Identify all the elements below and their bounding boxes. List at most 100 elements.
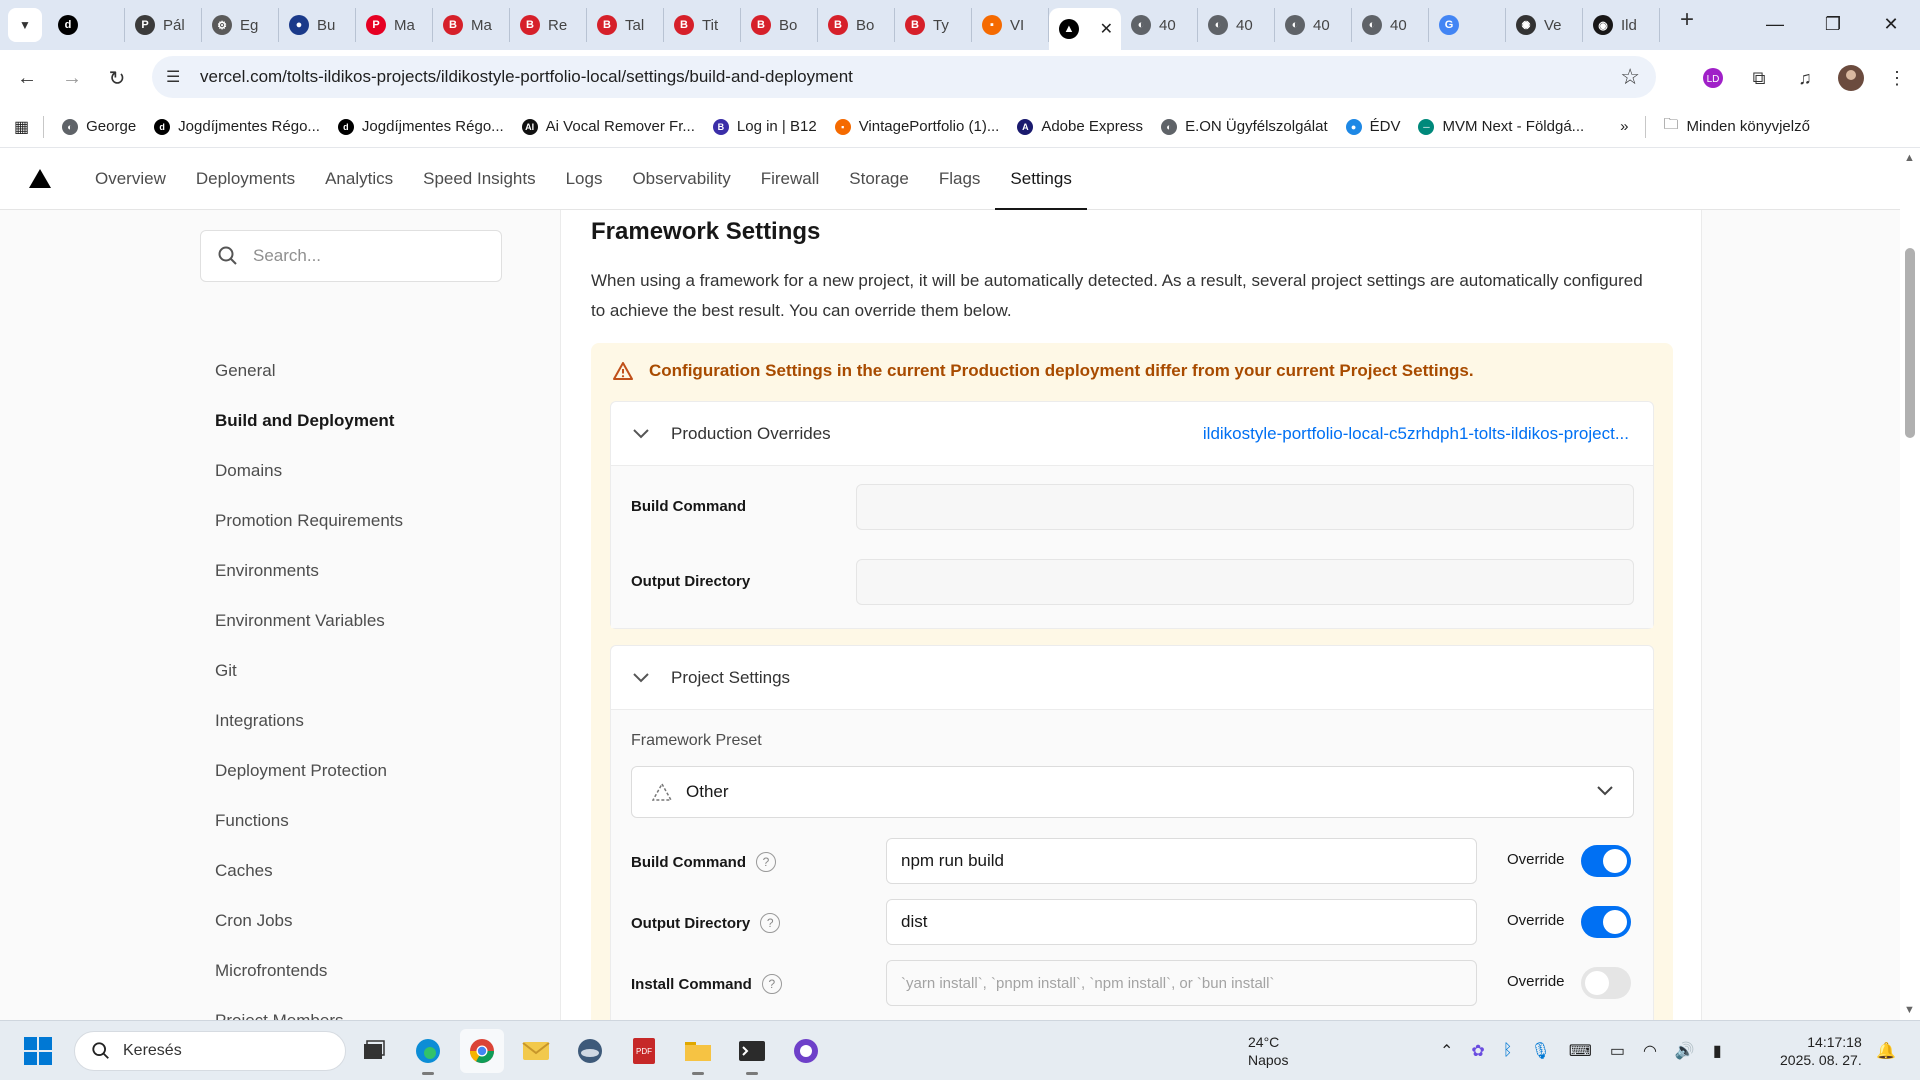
notification-bell-icon[interactable]: 🔔 [1876, 1041, 1896, 1061]
windows-start-icon[interactable] [24, 1037, 52, 1065]
tab-observability[interactable]: Observability [617, 148, 745, 209]
bookmark-item[interactable]: ● ÉDV [1345, 118, 1400, 135]
framework-preset-select[interactable]: Other [631, 766, 1634, 818]
url-text[interactable]: vercel.com/tolts-ildikos-projects/ildiko… [200, 67, 853, 87]
production-deployment-link[interactable]: ildikostyle-portfolio-local-c5zrhdph1-to… [1203, 424, 1629, 444]
profile-avatar[interactable] [1828, 65, 1874, 91]
battery-icon[interactable]: ▮ [1713, 1041, 1722, 1061]
apps-grid-icon[interactable]: ▦ [14, 117, 29, 137]
help-circle-icon[interactable]: ? [760, 913, 781, 933]
bookmark-item[interactable]: ─ MVM Next - Földgá... [1418, 118, 1584, 135]
browser-tab[interactable]: ◐ 40 [1198, 8, 1275, 42]
bookmark-item[interactable]: d Jogdíjmentes Régo... [154, 118, 320, 135]
bookmark-item[interactable]: ▪ VintagePortfolio (1)... [834, 118, 999, 135]
bookmark-star-icon[interactable]: ☆ [1620, 64, 1640, 90]
tab-overview[interactable]: Overview [80, 148, 181, 209]
site-info-icon[interactable]: ☰ [166, 67, 186, 87]
tab-search-button[interactable]: ▼ [8, 8, 42, 42]
bookmark-item[interactable]: d Jogdíjmentes Régo... [337, 118, 504, 135]
output-directory-override-toggle[interactable] [1581, 906, 1631, 938]
browser-tab[interactable]: ◐ 40 [1121, 8, 1198, 42]
extension-ld-icon[interactable]: LD [1690, 67, 1736, 89]
install-command-input[interactable]: `yarn install`, `pnpm install`, `npm ins… [886, 960, 1477, 1006]
vercel-logo-icon[interactable] [0, 148, 80, 209]
browser-tab[interactable]: ● Bu [279, 8, 356, 42]
more-bookmarks-icon[interactable]: » [1620, 118, 1628, 135]
bookmark-item[interactable]: A Adobe Express [1017, 118, 1143, 135]
scroll-down-arrow-icon[interactable]: ▼ [1904, 1004, 1915, 1016]
wifi-icon[interactable]: ◠ [1643, 1041, 1657, 1061]
browser-tab[interactable]: ✺ Ve [1506, 8, 1583, 42]
browser-tab[interactable]: B Bo [818, 8, 895, 42]
address-bar[interactable]: ☰ vercel.com/tolts-ildikos-projects/ildi… [152, 56, 1656, 98]
project-settings-header[interactable]: Project Settings [611, 646, 1653, 710]
production-overrides-header[interactable]: Production Overrides ildikostyle-portfol… [611, 402, 1653, 466]
new-tab-button[interactable]: + [1672, 5, 1702, 35]
weather-widget[interactable]: 24°C Napos [1248, 1033, 1288, 1069]
help-circle-icon[interactable]: ? [756, 852, 776, 872]
install-command-override-toggle[interactable] [1581, 967, 1631, 999]
sidebar-item-project-members[interactable]: Project Members [215, 996, 403, 1020]
output-directory-input[interactable]: dist [886, 899, 1477, 945]
help-circle-icon[interactable]: ? [761, 974, 782, 994]
media-control-icon[interactable]: ♫ [1782, 68, 1828, 89]
sidebar-item-cron-jobs[interactable]: Cron Jobs [215, 896, 403, 946]
build-command-input[interactable]: npm run build [886, 838, 1477, 884]
build-command-override-toggle[interactable] [1581, 845, 1631, 877]
scrollbar-thumb[interactable] [1905, 248, 1915, 438]
browser-tab[interactable]: ◐ 40 [1275, 8, 1352, 42]
browser-tab[interactable]: ▪ VI [972, 8, 1049, 42]
page-scrollbar[interactable]: ▲ ▼ [1900, 148, 1920, 1020]
browser-tab[interactable]: B Tit [664, 8, 741, 42]
microphone-icon[interactable]: 🎙 [1530, 1041, 1550, 1061]
close-window-button[interactable]: ✕ [1862, 0, 1920, 48]
extensions-puzzle-icon[interactable]: ⧉ [1736, 68, 1782, 89]
bookmark-item[interactable]: ◐ George [62, 118, 136, 135]
browser-tab[interactable]: B Re [510, 8, 587, 42]
back-button[interactable]: ← [9, 60, 45, 96]
browser-tab[interactable]: d [48, 8, 125, 42]
browser-tab[interactable]: P Pál [125, 8, 202, 42]
browser-tab[interactable]: ⚙ Eg [202, 8, 279, 42]
volume-icon[interactable]: 🔊 [1675, 1041, 1695, 1061]
tab-speed-insights[interactable]: Speed Insights [408, 148, 550, 209]
all-bookmarks-folder[interactable]: 🗀 Minden könyvjelző [1664, 114, 1810, 139]
sidebar-item-environment-variables[interactable]: Environment Variables [215, 596, 403, 646]
file-explorer-icon[interactable] [676, 1029, 720, 1075]
tab-settings[interactable]: Settings [995, 148, 1088, 210]
sidebar-item-promotion-requirements[interactable]: Promotion Requirements [215, 496, 403, 546]
tab-deployments[interactable]: Deployments [181, 148, 310, 209]
tab-logs[interactable]: Logs [551, 148, 618, 209]
terminal-icon[interactable] [730, 1029, 774, 1075]
keyboard-icon[interactable]: ⌨ [1569, 1041, 1592, 1061]
browser-tab[interactable]: B Tal [587, 8, 664, 42]
tab-analytics[interactable]: Analytics [310, 148, 408, 209]
reload-button[interactable]: ↻ [99, 60, 135, 96]
mail-app-icon[interactable] [514, 1029, 558, 1073]
show-hidden-icons-icon[interactable]: ⌃ [1440, 1041, 1453, 1061]
settings-search-input[interactable]: Search... [200, 230, 502, 282]
scroll-up-arrow-icon[interactable]: ▲ [1904, 152, 1915, 164]
sidebar-item-domains[interactable]: Domains [215, 446, 403, 496]
browser-tab[interactable]: ◉ Ild [1583, 8, 1660, 42]
browser-menu-icon[interactable]: ⋮ [1874, 68, 1920, 89]
sidebar-item-git[interactable]: Git [215, 646, 403, 696]
sidebar-item-environments[interactable]: Environments [215, 546, 403, 596]
browser-tab[interactable]: B Ma [433, 8, 510, 42]
browser-tab[interactable]: P Ma [356, 8, 433, 42]
task-view-icon[interactable] [352, 1029, 396, 1073]
restore-button[interactable]: ❐ [1804, 0, 1862, 48]
copilot-tray-icon[interactable]: ✿ [1471, 1041, 1484, 1061]
github-desktop-icon[interactable] [784, 1029, 828, 1073]
sidebar-item-microfrontends[interactable]: Microfrontends [215, 946, 403, 996]
tab-storage[interactable]: Storage [834, 148, 924, 209]
browser-tab[interactable]: ▲ ✕ [1049, 8, 1121, 50]
sidebar-item-general[interactable]: General [215, 346, 403, 396]
edge-icon[interactable] [406, 1029, 450, 1075]
browser-tab[interactable]: ◐ 40 [1352, 8, 1429, 42]
browser-tab[interactable]: B Ty [895, 8, 972, 42]
pdf-app-icon[interactable]: PDF [622, 1029, 666, 1073]
browser-tab[interactable]: G [1429, 8, 1506, 42]
chrome-icon[interactable] [460, 1029, 504, 1073]
sidebar-item-build-and-deployment[interactable]: Build and Deployment [215, 396, 403, 446]
